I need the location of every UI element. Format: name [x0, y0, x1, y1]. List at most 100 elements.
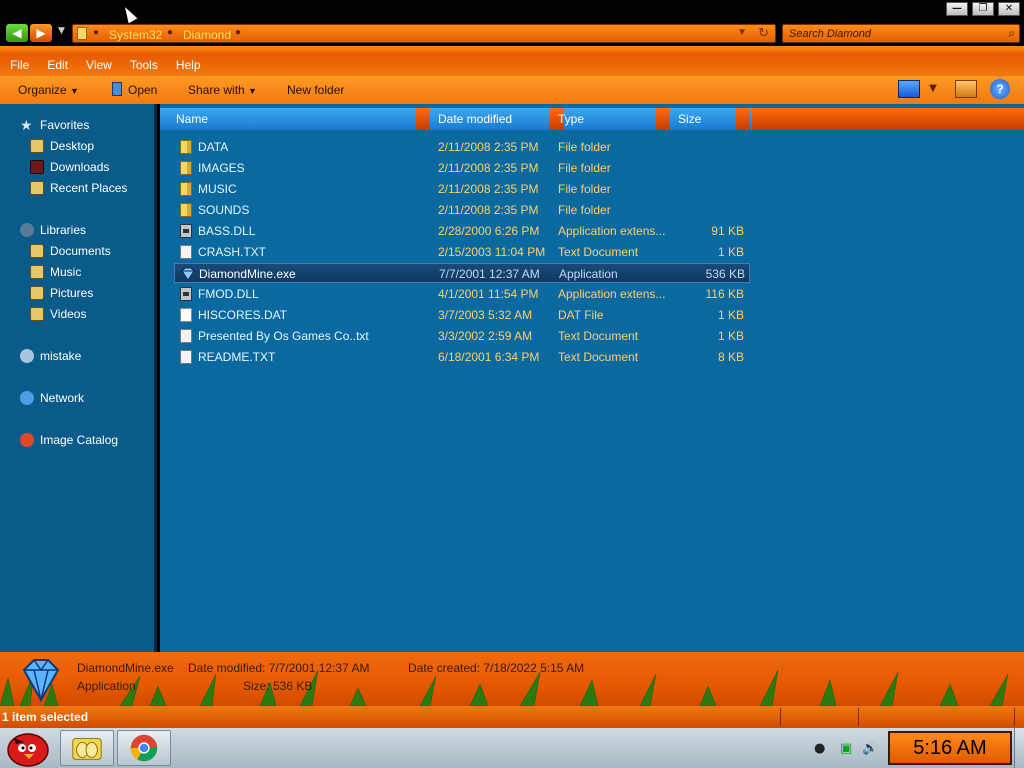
tray-dot-icon[interactable]: ●	[814, 741, 825, 756]
back-button[interactable]: ◀	[6, 24, 28, 42]
change-view-button[interactable]	[898, 80, 920, 98]
search-placeholder: Search Diamond	[789, 28, 871, 40]
diamond-icon	[22, 659, 60, 703]
documents-icon	[30, 244, 44, 258]
nav-favorites-label: Favorites	[40, 118, 90, 132]
file-name: README.TXT	[198, 350, 276, 364]
nav-desktop[interactable]: Desktop	[30, 139, 94, 153]
file-type: File folder	[558, 140, 611, 154]
file-row[interactable]: Presented By Os Games Co..txt 3/3/2002 2:…	[174, 326, 750, 346]
organize-button[interactable]: Organize ▼	[18, 83, 79, 97]
file-size: 1 KB	[717, 245, 744, 259]
file-size: 1 KB	[717, 329, 744, 343]
nav-image-catalog[interactable]: Image Catalog	[20, 433, 118, 447]
file-size: 536 KB	[705, 267, 745, 281]
file-row[interactable]: BASS.DLL 2/28/2000 6:26 PM Application ext…	[174, 221, 750, 241]
show-desktop-button[interactable]	[1014, 728, 1024, 768]
menu-view[interactable]: View	[86, 58, 112, 72]
file-row[interactable]: DiamondMine.exe 7/7/2001 12:37 AM Applicat…	[174, 263, 750, 283]
music-icon	[30, 265, 44, 279]
preview-pane-button[interactable]	[955, 80, 977, 98]
file-row[interactable]: FMOD.DLL 4/1/2001 11:54 PM Application ext…	[174, 284, 750, 304]
breadcrumb-system32[interactable]: System32	[109, 28, 162, 42]
menu-tools[interactable]: Tools	[130, 58, 158, 72]
address-toolbar: ◀ ▶ ▼ ● System32 ● Diamond ● ▼ ↻ Search …	[0, 22, 1024, 46]
nav-favorites[interactable]: ★ Favorites	[20, 118, 89, 132]
file-row[interactable]: IMAGES 2/11/2008 2:35 PM File folder	[174, 158, 750, 178]
detail-date-created: Date created: 7/18/2022 5:15 AM	[408, 661, 585, 675]
search-icon[interactable]: ⌕	[1008, 26, 1015, 41]
file-type: File folder	[558, 203, 611, 217]
menu-help[interactable]: Help	[176, 58, 201, 72]
column-divider[interactable]	[736, 108, 750, 130]
nav-recent-places[interactable]: Recent Places	[30, 181, 127, 195]
back-arrow-icon: ◀	[12, 26, 22, 40]
file-date-modified: 2/11/2008 2:35 PM	[438, 161, 539, 175]
nav-recent-places-label: Recent Places	[50, 181, 128, 195]
new-folder-button[interactable]: New folder	[287, 83, 344, 97]
menu-file[interactable]: File	[10, 58, 29, 72]
nav-pictures[interactable]: Pictures	[30, 286, 93, 300]
taskbar-explorer-button[interactable]	[60, 730, 114, 766]
file-row[interactable]: README.TXT 6/18/2001 6:34 PM Text Document…	[174, 347, 750, 367]
forward-button[interactable]: ▶	[30, 24, 52, 42]
column-divider[interactable]	[656, 108, 670, 130]
file-date-modified: 3/3/2002 2:59 AM	[438, 329, 533, 343]
column-header-date[interactable]: Date modified	[432, 108, 550, 130]
taskbar: ● ▣ 🔊 5:16 AM	[0, 728, 1024, 768]
nav-music-label: Music	[50, 265, 82, 279]
file-name: DATA	[198, 140, 229, 154]
share-with-button[interactable]: Share with ▼	[188, 83, 257, 97]
file-row[interactable]: MUSIC 2/11/2008 2:35 PM File folder	[174, 179, 750, 199]
address-bar[interactable]: ● System32 ● Diamond ● ▼ ↻	[72, 24, 776, 43]
breadcrumb-diamond[interactable]: Diamond	[183, 28, 231, 42]
detail-file-type: Application	[77, 679, 136, 693]
taskbar-chrome-button[interactable]	[117, 730, 171, 766]
column-header-size[interactable]: Size	[672, 108, 736, 130]
file-date-modified: 7/7/2001 12:37 AM	[439, 267, 540, 281]
nav-downloads[interactable]: Downloads	[30, 160, 109, 174]
forward-arrow-icon: ▶	[36, 26, 46, 40]
search-input[interactable]: Search Diamond ⌕	[782, 24, 1020, 43]
libraries-icon	[20, 223, 34, 237]
file-row[interactable]: CRASH.TXT 2/15/2003 11:04 PM Text Document…	[174, 242, 750, 262]
file-row[interactable]: HISCORES.DAT 3/7/2003 5:32 AM DAT File 1 KB	[174, 305, 750, 325]
help-button[interactable]: ?	[990, 79, 1010, 99]
column-header-type[interactable]: Type	[552, 108, 656, 130]
file-row[interactable]: SOUNDS 2/11/2008 2:35 PM File folder	[174, 200, 750, 220]
file-size: 91 KB	[711, 224, 744, 238]
menu-edit[interactable]: Edit	[47, 58, 68, 72]
open-icon	[112, 82, 122, 96]
detail-size: Size: 536 KB	[243, 679, 313, 693]
file-name: HISCORES.DAT	[198, 308, 288, 322]
file-row[interactable]: DATA 2/11/2008 2:35 PM File folder	[174, 137, 750, 157]
open-button[interactable]: Open	[128, 83, 157, 97]
clock[interactable]: 5:16 AM	[888, 731, 1012, 765]
status-text: 1 item selected	[2, 710, 89, 724]
file-type: Text Document	[558, 245, 639, 259]
recent-places-icon	[30, 181, 44, 195]
close-button[interactable]: ✕	[998, 2, 1020, 16]
file-type: Application	[559, 267, 618, 281]
nav-videos[interactable]: Videos	[30, 307, 86, 321]
nav-libraries-label: Libraries	[40, 223, 87, 237]
volume-icon[interactable]: 🔊	[862, 741, 878, 756]
column-divider[interactable]	[416, 108, 430, 130]
column-header-filler	[752, 108, 1024, 130]
recent-pages-dropdown[interactable]: ▼	[58, 26, 65, 36]
file-size: 1 KB	[717, 308, 744, 322]
start-button[interactable]	[0, 728, 58, 768]
nav-libraries[interactable]: Libraries	[20, 223, 86, 237]
nav-music[interactable]: Music	[30, 265, 81, 279]
nav-network[interactable]: Network	[20, 391, 84, 405]
refresh-icon[interactable]: ↻	[758, 26, 769, 41]
minimize-button[interactable]: —	[946, 2, 968, 16]
view-options-dropdown[interactable]: ▼	[922, 80, 944, 98]
column-header-name[interactable]: Name	[170, 108, 416, 130]
address-dropdown-icon[interactable]: ▼	[737, 27, 747, 38]
nav-mistake[interactable]: mistake	[20, 349, 81, 363]
network-status-icon[interactable]: ▣	[840, 741, 852, 756]
nav-documents[interactable]: Documents	[30, 244, 111, 258]
maximize-button[interactable]: ❐	[972, 2, 994, 16]
breadcrumb-separator-icon: ●	[235, 27, 242, 38]
